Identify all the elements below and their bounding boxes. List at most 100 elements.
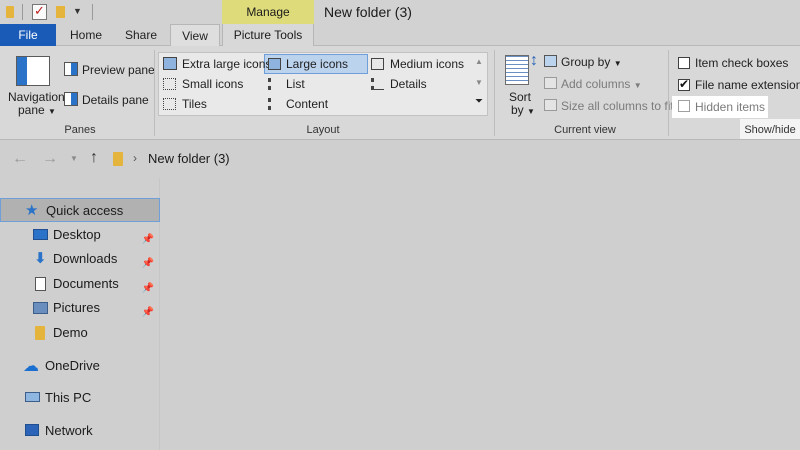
preview-pane-icon[interactable] <box>64 62 78 76</box>
details-icon <box>371 78 384 90</box>
tab-home[interactable]: Home <box>60 24 112 46</box>
file-name-extensions-checkbox[interactable] <box>678 77 690 91</box>
tiles-icon <box>163 98 176 110</box>
group-label-show-hide: Show/hide <box>744 124 796 136</box>
nav-item-pictures[interactable]: Pictures 📌 <box>0 296 160 320</box>
add-columns-button[interactable]: Add columns ▼ <box>561 77 642 91</box>
sort-by-label[interactable]: Sort <box>509 90 531 104</box>
hidden-items-label[interactable]: Hidden items <box>695 100 765 114</box>
layout-extra-large-icons[interactable]: Extra large icons <box>182 57 271 71</box>
medium-icons-icon <box>371 58 384 70</box>
address-bar-row: ← → ▼ ↑ › New folder (3) <box>0 140 800 178</box>
cloud-icon: ☁ <box>23 358 39 375</box>
nav-item-label: Desktop <box>53 227 101 242</box>
layout-details[interactable]: Details <box>390 77 427 91</box>
tab-view[interactable]: View <box>170 24 220 47</box>
item-check-boxes-label[interactable]: Item check boxes <box>695 56 788 70</box>
address-path[interactable]: New folder (3) <box>148 151 230 166</box>
item-check-boxes-checkbox[interactable] <box>678 57 690 69</box>
nav-item-network[interactable]: Network <box>0 419 160 443</box>
size-all-columns-button[interactable]: Size all columns to fit <box>561 99 674 113</box>
group-label-panes: Panes <box>64 124 96 136</box>
nav-item-documents[interactable]: Documents 📌 <box>0 272 160 296</box>
content-icon <box>268 98 281 110</box>
tab-file[interactable]: File <box>0 24 56 46</box>
scroll-down-icon[interactable]: ▼ <box>475 78 483 87</box>
nav-item-label: Demo <box>53 325 88 340</box>
nav-item-label: This PC <box>45 390 92 405</box>
title-bar: ✓ ▼ Manage New folder (3) <box>0 0 800 24</box>
documents-icon <box>35 277 46 291</box>
star-icon: ★ <box>25 202 39 219</box>
sort-arrow-icon: ↕ <box>530 52 538 69</box>
folder-icon <box>6 6 14 18</box>
layout-tiles[interactable]: Tiles <box>182 97 207 111</box>
layout-content[interactable]: Content <box>286 97 328 111</box>
window-title: New folder (3) <box>324 4 412 20</box>
download-icon: ⬇ <box>34 250 47 267</box>
sort-by-icon[interactable] <box>505 55 529 85</box>
ribbon-separator <box>668 50 669 136</box>
folder-icon <box>35 326 45 340</box>
group-label-layout: Layout <box>306 124 340 136</box>
navigation-pane-label[interactable]: Navigation <box>8 90 65 104</box>
layout-list[interactable]: List <box>286 77 305 91</box>
more-layouts-icon[interactable]: ⏷ <box>475 96 483 107</box>
breadcrumb-chevron-icon[interactable]: › <box>133 151 137 165</box>
tab-share[interactable]: Share <box>114 24 168 46</box>
customize-qat-icon[interactable]: ▼ <box>73 6 82 16</box>
recent-locations-icon[interactable]: ▼ <box>70 154 78 163</box>
up-arrow-icon[interactable]: ↑ <box>90 149 98 167</box>
nav-item-onedrive[interactable]: ☁ OneDrive <box>0 354 160 378</box>
nav-item-label: Pictures <box>53 300 100 315</box>
details-pane-button[interactable]: Details pane <box>82 93 149 107</box>
ribbon-tabs: File Home Share View <box>0 24 800 47</box>
nav-item-this-pc[interactable]: This PC <box>0 386 160 410</box>
properties-icon[interactable]: ✓ <box>32 3 47 20</box>
layout-medium-icons[interactable]: Medium icons <box>390 57 464 71</box>
pictures-icon <box>33 302 48 314</box>
hidden-items-checkbox[interactable] <box>678 100 690 112</box>
nav-item-label: Downloads <box>53 251 118 266</box>
scroll-up-icon[interactable]: ▲ <box>475 57 483 66</box>
ribbon-separator <box>494 50 495 136</box>
layout-small-icons[interactable]: Small icons <box>182 77 243 91</box>
new-folder-icon[interactable] <box>56 6 65 18</box>
small-icons-icon <box>163 78 176 90</box>
network-icon <box>25 424 39 436</box>
sort-by-label-2[interactable]: by ▼ <box>511 103 535 117</box>
computer-icon <box>25 392 40 402</box>
qat-separator <box>92 4 93 20</box>
extra-large-icons-icon <box>163 57 177 70</box>
tab-picture-tools[interactable]: Picture Tools <box>222 24 314 46</box>
add-columns-icon <box>544 77 557 89</box>
nav-item-demo[interactable]: Demo <box>0 321 160 345</box>
nav-item-label: Network <box>45 423 93 438</box>
navigation-pane: ★ Quick access Desktop 📌 ⬇ Downloads 📌 D… <box>0 178 160 450</box>
nav-item-quick-access[interactable]: ★ Quick access <box>0 198 160 222</box>
picture-tools-label: Picture Tools <box>233 28 303 42</box>
ribbon-separator <box>154 50 155 136</box>
nav-item-label: Documents <box>53 276 119 291</box>
back-arrow-icon[interactable]: ← <box>12 150 28 168</box>
file-name-extensions-label[interactable]: File name extensions <box>695 78 800 92</box>
group-by-button[interactable]: Group by ▼ <box>561 55 622 69</box>
qat-separator <box>22 4 23 20</box>
details-pane-icon[interactable] <box>64 92 78 106</box>
nav-item-downloads[interactable]: ⬇ Downloads 📌 <box>0 247 160 271</box>
preview-pane-button[interactable]: Preview pane <box>82 63 155 77</box>
layout-large-icons[interactable]: Large icons <box>286 57 348 71</box>
file-list-area[interactable] <box>161 178 800 450</box>
navigation-pane-icon[interactable] <box>16 56 50 86</box>
desktop-icon <box>33 229 48 240</box>
nav-item-desktop[interactable]: Desktop 📌 <box>0 223 160 247</box>
size-columns-icon <box>544 99 557 111</box>
forward-arrow-icon[interactable]: → <box>42 150 58 168</box>
nav-item-label: OneDrive <box>45 358 100 373</box>
contextual-tab-manage[interactable]: Manage <box>222 0 314 24</box>
folder-icon <box>113 152 123 166</box>
navigation-pane-label-2[interactable]: pane ▼ <box>18 103 56 117</box>
nav-item-label: Quick access <box>46 203 124 218</box>
list-icon <box>268 78 281 90</box>
group-by-icon <box>544 55 557 67</box>
